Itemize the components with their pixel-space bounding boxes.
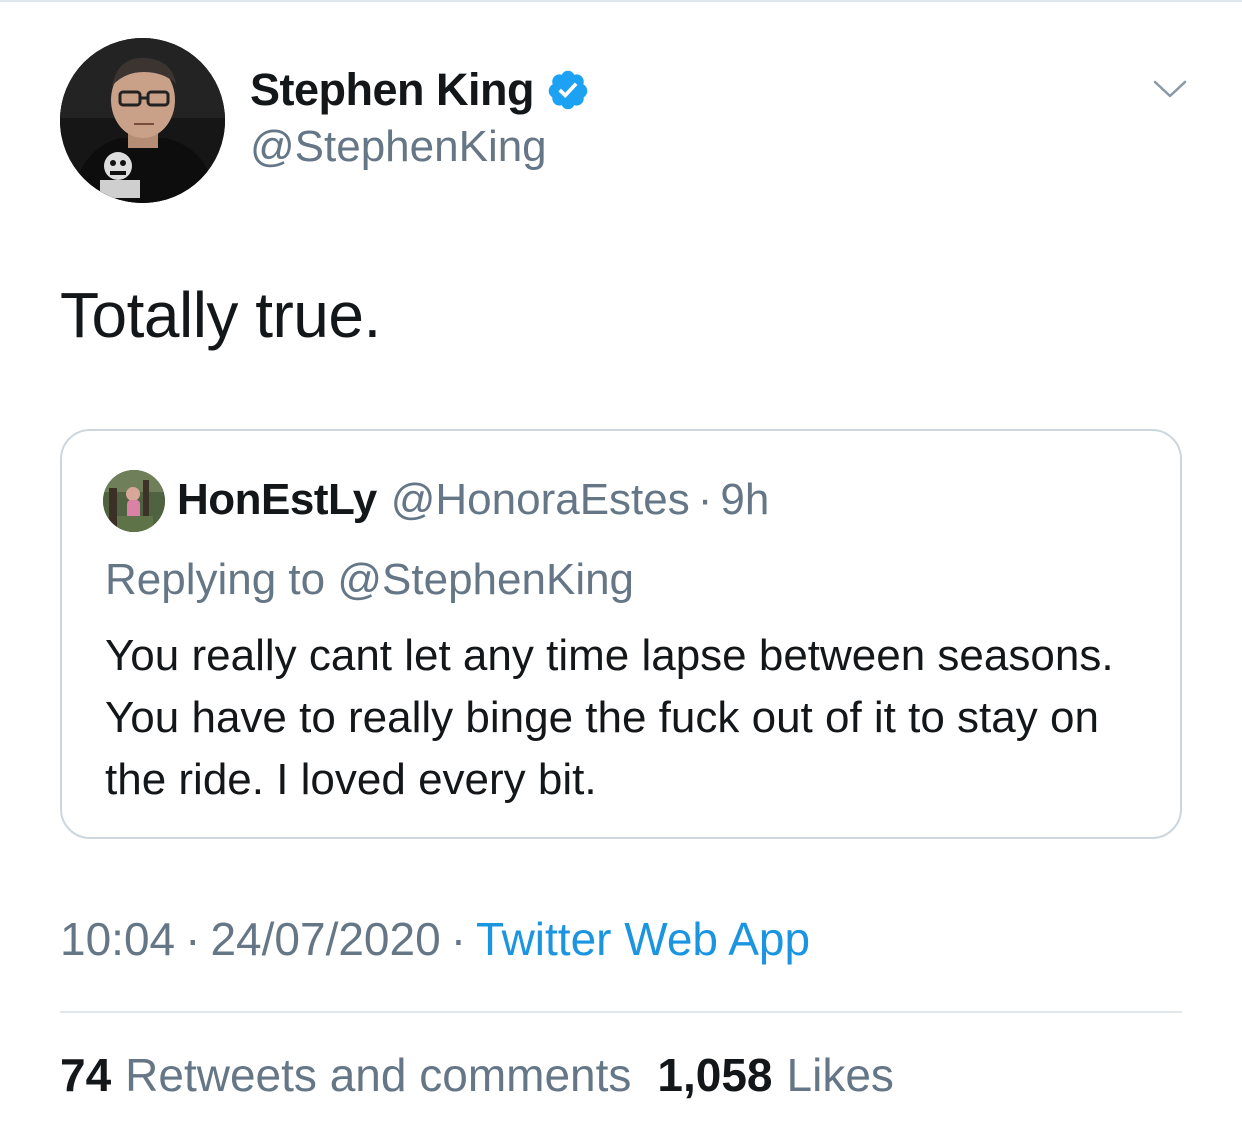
replying-to: Replying to @StephenKing [105,555,634,605]
tweet-stats: 74 Retweets and comments 1,058 Likes [60,1048,894,1102]
likes-count: 1,058 [657,1049,773,1101]
retweets-count: 74 [60,1049,112,1101]
author-name-row: Stephen King [250,60,590,120]
quoted-tweet-card[interactable]: HonEstLy @HonoraEstes · 9h Replying to @… [60,429,1182,839]
tweet-meta: 10:04 · 24/07/2020 · Twitter Web App [60,912,810,966]
author-handle[interactable]: @StephenKing [250,122,547,172]
quoted-author-display-name[interactable]: HonEstLy [177,475,377,525]
top-divider [0,0,1242,2]
replying-to-label: Replying to [105,555,326,604]
likes-stat[interactable]: 1,058 Likes [657,1048,894,1102]
verified-badge-icon [546,68,590,112]
tweet-source-link[interactable]: Twitter Web App [476,913,810,965]
tweet-text: Totally true. [60,279,381,351]
quoted-avatar-image [103,470,165,532]
meta-separator: · [185,913,201,965]
quoted-tweet-header: HonEstLy @HonoraEstes · 9h [177,475,769,525]
retweets-label: Retweets and comments [125,1049,632,1101]
quoted-author-avatar [103,470,165,532]
chevron-down-icon[interactable] [1152,74,1188,104]
stats-divider [60,1011,1182,1013]
quoted-tweet-time: 9h [720,475,770,524]
author-display-name[interactable]: Stephen King [250,64,535,116]
replying-to-handle[interactable]: @StephenKing [337,555,634,604]
tweet-time: 10:04 [60,913,176,965]
author-avatar[interactable] [60,38,225,203]
quoted-author-handle[interactable]: @HonoraEstes [391,475,690,525]
likes-label: Likes [786,1049,894,1101]
quoted-header-separator: · [697,475,713,524]
quoted-tweet-text: You really cant let any time lapse betwe… [105,631,1114,804]
meta-separator: · [450,913,467,965]
author-avatar-image [60,38,225,203]
retweets-stat[interactable]: 74 Retweets and comments [60,1048,631,1102]
tweet-date: 24/07/2020 [210,913,441,965]
tweet-detail-page: Stephen King @StephenKing Totally true. [0,0,1242,1135]
